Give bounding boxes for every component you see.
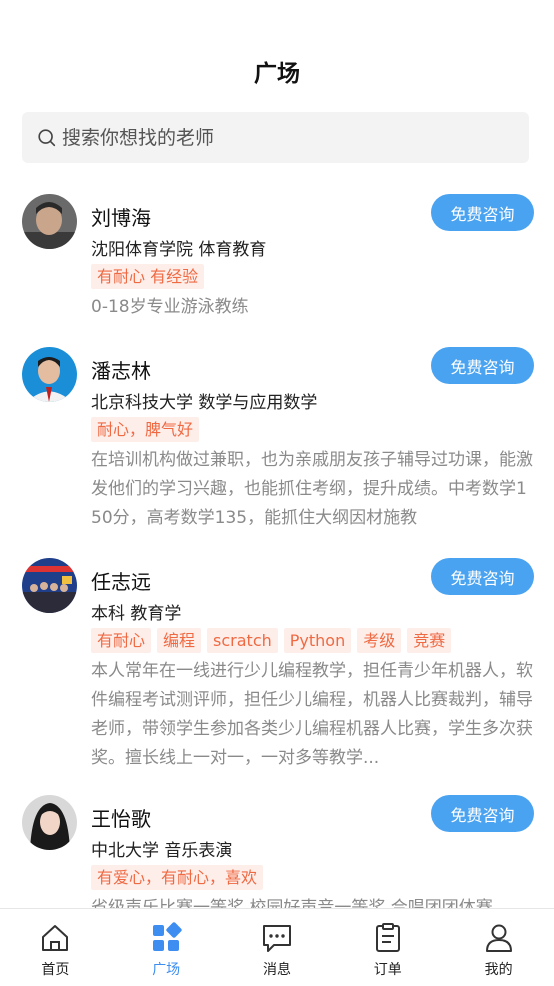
tag: 有耐心: [91, 628, 152, 653]
teacher-name: 刘博海: [91, 206, 151, 230]
free-consult-button[interactable]: 免费咨询: [431, 194, 534, 231]
tag: scratch: [207, 628, 278, 653]
tab-label: 广场: [152, 962, 181, 978]
tag-list: 耐心，脾气好: [91, 417, 200, 442]
tag: Python: [283, 628, 352, 653]
avatar[interactable]: [22, 795, 77, 850]
free-consult-button[interactable]: 免费咨询: [431, 795, 534, 832]
teacher-description: 在培训机构做过兼职，也为亲戚朋友孩子辅导过功课，能激发他们的学习兴趣，也能抓住考…: [91, 450, 533, 528]
teacher-description: 省级声乐比赛一等奖 校园好声音一等奖 合唱团团体赛: [91, 898, 493, 908]
tab-label: 首页: [41, 962, 70, 978]
tab-square[interactable]: 广场: [111, 909, 222, 986]
tag: 考级: [357, 628, 402, 653]
teacher-list: 刘博海 免费咨询 沈阳体育学院 体育教育 有耐心 有经验 0-18岁专业游泳教练…: [0, 190, 554, 908]
tab-label: 我的: [484, 962, 513, 978]
free-consult-button[interactable]: 免费咨询: [431, 347, 534, 384]
tab-label: 订单: [373, 962, 402, 978]
teacher-card[interactable]: 王怡歌 免费咨询 中北大学 音乐表演 有爱心，有耐心，喜欢 省级声乐比赛一等奖 …: [0, 791, 554, 908]
teacher-school: 本科 教育学: [91, 604, 182, 624]
teacher-card[interactable]: 潘志林 免费咨询 北京科技大学 数学与应用数学 耐心，脾气好 在培训机构做过兼职…: [0, 343, 554, 548]
tab-mine[interactable]: 我的: [443, 909, 554, 986]
teacher-school: 北京科技大学 数学与应用数学: [91, 393, 318, 413]
teacher-card[interactable]: 任志远 免费咨询 本科 教育学 有耐心 编程 scratch Python 考级…: [0, 554, 554, 786]
search-bar[interactable]: [22, 112, 529, 163]
avatar[interactable]: [22, 194, 77, 249]
avatar[interactable]: [22, 347, 77, 402]
tag-list: 有耐心 编程 scratch Python 考级 竞赛: [91, 628, 452, 653]
teacher-card[interactable]: 刘博海 免费咨询 沈阳体育学院 体育教育 有耐心 有经验 0-18岁专业游泳教练: [0, 190, 554, 340]
order-icon: [375, 923, 400, 952]
tab-label: 消息: [262, 962, 291, 978]
tab-messages[interactable]: 消息: [222, 909, 333, 986]
tab-home[interactable]: 首页: [0, 909, 111, 986]
teacher-school: 中北大学 音乐表演: [91, 841, 233, 861]
square-grid-icon: [153, 922, 182, 951]
teacher-description: 0-18岁专业游泳教练: [91, 297, 249, 317]
teacher-school: 沈阳体育学院 体育教育: [91, 240, 267, 260]
avatar[interactable]: [22, 558, 77, 613]
search-input[interactable]: [62, 126, 502, 149]
tag-list: 有爱心，有耐心，喜欢: [91, 865, 264, 890]
user-icon: [485, 924, 512, 952]
tab-orders[interactable]: 订单: [332, 909, 443, 986]
teacher-name: 潘志林: [91, 359, 151, 383]
teacher-name: 王怡歌: [91, 807, 151, 831]
page-title: 广场: [254, 61, 300, 87]
tag: 有爱心，有耐心，喜欢: [91, 865, 264, 890]
search-icon: [38, 128, 56, 146]
tag: 竞赛: [407, 628, 452, 653]
teacher-name: 任志远: [91, 570, 151, 594]
bottom-tabbar: 首页 广场 消息 订单 我的: [0, 908, 554, 986]
tag: 耐心，脾气好: [91, 417, 200, 442]
message-icon: [262, 925, 291, 952]
free-consult-button[interactable]: 免费咨询: [431, 558, 534, 595]
home-icon: [42, 925, 69, 951]
tag-list: 有耐心 有经验: [91, 264, 205, 289]
tag: 编程: [157, 628, 202, 653]
teacher-description: 本人常年在一线进行少儿编程教学，担任青少年机器人，软件编程考试测评师，担任少儿编…: [91, 661, 533, 768]
tag: 有耐心 有经验: [91, 264, 205, 289]
